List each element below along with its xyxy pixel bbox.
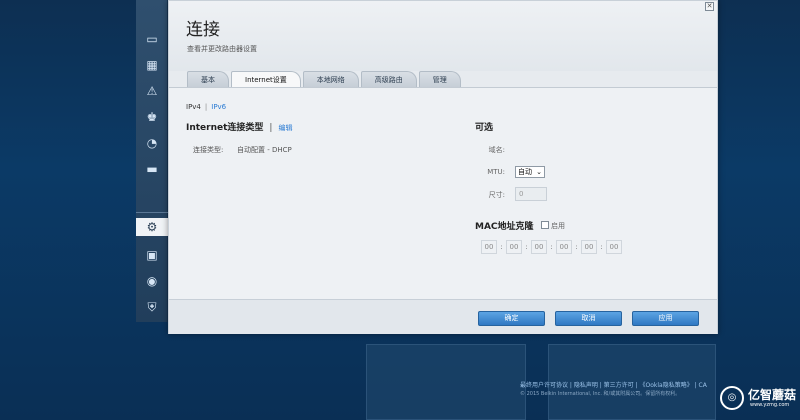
connection-type-label: 连接类型: xyxy=(193,146,224,154)
ip-version-switch: IPv4 | IPv6 xyxy=(186,103,226,111)
storage-icon[interactable]: ▬ xyxy=(142,160,162,178)
close-icon[interactable]: ✕ xyxy=(705,2,714,11)
mac-separator: : xyxy=(525,243,528,251)
mac-octet-input[interactable]: 00 xyxy=(606,240,622,254)
watermark-text: 亿智蘑菇 xyxy=(748,388,797,402)
dialog-subtitle: 查看并更改路由器设置 xyxy=(187,45,257,53)
footer-copyright: © 2015 Belkin International, Inc. 和/或其附属… xyxy=(520,391,681,397)
size-label: 尺寸: xyxy=(488,191,505,199)
edit-link[interactable]: 编辑 xyxy=(278,124,292,132)
heading-divider: | xyxy=(269,123,273,133)
mac-octet-input[interactable]: 00 xyxy=(581,240,597,254)
optional-heading: 可选 xyxy=(475,123,494,133)
mtu-select-value: 自动 xyxy=(518,168,532,176)
tab-internet-settings[interactable]: Internet设置 xyxy=(231,71,301,87)
mac-clone-enable-checkbox[interactable] xyxy=(541,221,549,229)
mtu-select[interactable]: 自动 ⌄ xyxy=(515,166,545,178)
ok-button[interactable]: 确定 xyxy=(478,311,545,326)
speed-icon[interactable]: ◔ xyxy=(142,134,162,152)
subtab-ipv6[interactable]: IPv6 xyxy=(211,103,226,111)
mac-separator: : xyxy=(500,243,503,251)
mac-octet-input[interactable]: 00 xyxy=(531,240,547,254)
settings-icon[interactable]: ⚙ xyxy=(136,218,168,236)
wifi-icon[interactable]: ◉ xyxy=(142,272,162,290)
watermark: ◎ 亿智蘑菇 www.yzmg.com xyxy=(720,384,798,414)
parental-icon[interactable]: ♚ xyxy=(142,108,162,126)
tab-basic[interactable]: 基本 xyxy=(187,71,229,87)
chevron-down-icon: ⌄ xyxy=(536,168,542,176)
internet-connection-type-heading: Internet连接类型 | 编辑 xyxy=(186,120,292,133)
app-sidebar: ▭ ▦ ⚠ ♚ ◔ ▬ ⚙ ▣ ◉ ⛨ xyxy=(136,0,168,322)
watermark-logo-icon: ◎ xyxy=(720,386,744,410)
connectivity-dialog: 连接 查看并更改路由器设置 ✕ 基本 Internet设置 本地网络 高级路由 … xyxy=(168,0,718,334)
mtu-size-input[interactable]: 0 xyxy=(515,187,547,201)
mac-separator: : xyxy=(550,243,553,251)
connection-type-value: 自动配置 - DHCP xyxy=(237,146,292,154)
domain-name-label: 域名: xyxy=(488,146,505,154)
router-icon[interactable]: ▭ xyxy=(142,30,162,48)
tab-panel: IPv4 | IPv6 Internet连接类型 | 编辑 连接类型: 自动配置 - D… xyxy=(169,87,717,299)
security-icon[interactable]: ⛨ xyxy=(142,298,162,316)
dialog-footer: 确定 取消 应用 xyxy=(169,299,717,334)
apply-button[interactable]: 应用 xyxy=(632,311,699,326)
mac-octet-input[interactable]: 00 xyxy=(481,240,497,254)
mac-octet-input[interactable]: 00 xyxy=(506,240,522,254)
mac-separator: : xyxy=(575,243,578,251)
watermark-url: www.yzmg.com xyxy=(750,402,790,408)
dialog-header: 连接 查看并更改路由器设置 xyxy=(169,1,717,71)
cancel-button[interactable]: 取消 xyxy=(555,311,622,326)
tab-administration[interactable]: 管理 xyxy=(418,71,461,87)
mac-address-fields: 00 : 00 : 00 : 00 : 00 : 00 xyxy=(481,240,622,254)
camera-icon[interactable]: ▣ xyxy=(142,246,162,264)
subtab-ipv4[interactable]: IPv4 xyxy=(186,103,201,111)
tab-advanced-routing[interactable]: 高级路由 xyxy=(360,71,417,87)
mac-separator: : xyxy=(600,243,603,251)
section-title: Internet连接类型 xyxy=(186,123,264,133)
dialog-title: 连接 xyxy=(186,20,220,40)
devices-icon[interactable]: ▦ xyxy=(142,56,162,74)
sidebar-divider xyxy=(136,212,168,213)
mac-clone-enable-label: 启用 xyxy=(551,222,565,230)
tab-bar: 基本 Internet设置 本地网络 高级路由 管理 xyxy=(187,71,463,87)
subtab-divider: | xyxy=(204,103,208,111)
warning-icon[interactable]: ⚠ xyxy=(142,82,162,100)
tab-local-network[interactable]: 本地网络 xyxy=(302,71,359,87)
background-widget xyxy=(366,344,526,420)
mac-clone-heading: MAC地址克隆 xyxy=(475,222,534,232)
mtu-label: MTU: xyxy=(487,168,505,176)
mac-octet-input[interactable]: 00 xyxy=(556,240,572,254)
